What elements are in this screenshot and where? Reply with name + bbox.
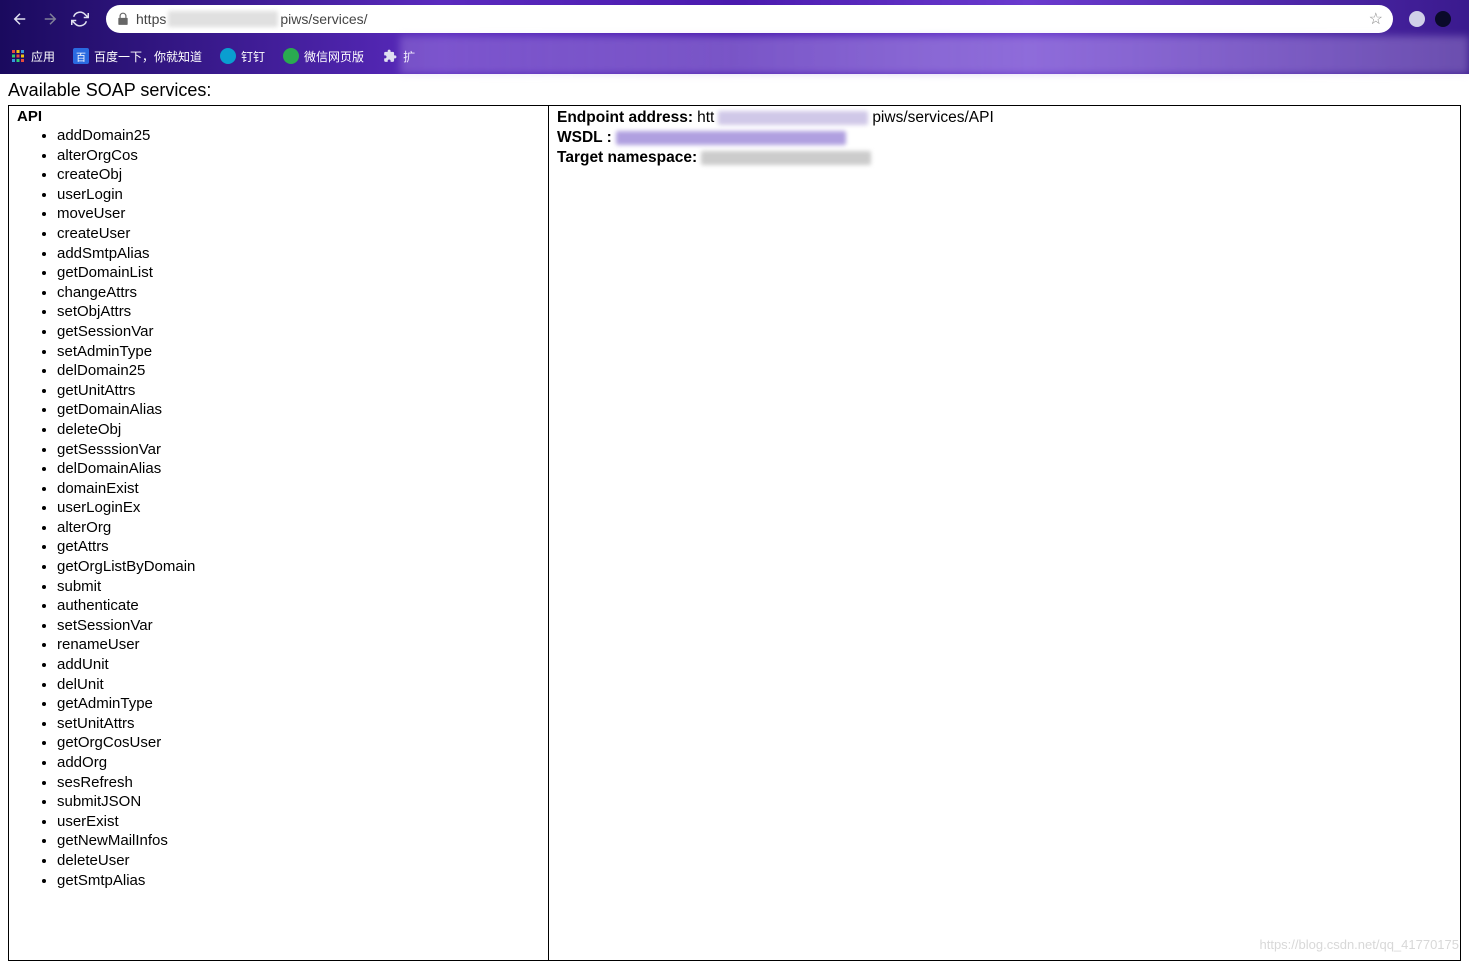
- api-method-item: setSessionVar: [57, 616, 540, 636]
- reload-button[interactable]: [68, 7, 92, 31]
- api-method-item: submitJSON: [57, 792, 540, 812]
- target-ns-label: Target namespace:: [557, 148, 697, 168]
- apps-grid-icon: [10, 48, 26, 64]
- arrow-left-icon: [11, 10, 29, 28]
- api-method-item: setObjAttrs: [57, 302, 540, 322]
- url-prefix: https: [136, 11, 166, 27]
- page-title: Available SOAP services:: [8, 80, 1461, 105]
- api-method-item: delDomain25: [57, 361, 540, 381]
- extension-icon-1[interactable]: [1409, 11, 1425, 27]
- endpoint-address-line: Endpoint address: htt piws/services/API: [557, 108, 1452, 128]
- api-method-item: submit: [57, 577, 540, 597]
- api-method-item: getSessionVar: [57, 322, 540, 342]
- browser-chrome: https piws/services/ ☆ 应用 百 百度一下，你就知道 钉钉: [0, 0, 1469, 74]
- soap-services-table: API addDomain25alterOrgCoscreateObjuserL…: [8, 105, 1461, 961]
- api-method-item: moveUser: [57, 204, 540, 224]
- lock-icon: [116, 12, 130, 26]
- puzzle-icon: [382, 48, 398, 64]
- bookmark-label: 应用: [31, 48, 55, 65]
- api-method-item: sesRefresh: [57, 773, 540, 793]
- api-method-item: deleteUser: [57, 851, 540, 871]
- wsdl-redacted: [616, 131, 846, 145]
- bookmark-wechat[interactable]: 微信网页版: [283, 48, 364, 65]
- url-suffix: piws/services/: [280, 11, 367, 27]
- api-method-item: delDomainAlias: [57, 459, 540, 479]
- endpoint-label: Endpoint address:: [557, 108, 693, 128]
- api-method-item: addOrg: [57, 753, 540, 773]
- api-method-item: getUnitAttrs: [57, 381, 540, 401]
- api-method-item: getAdminType: [57, 694, 540, 714]
- wsdl-label: WSDL :: [557, 128, 612, 148]
- info-column: Endpoint address: htt piws/services/API …: [549, 106, 1460, 960]
- api-method-list: addDomain25alterOrgCoscreateObjuserLogin…: [17, 126, 540, 890]
- api-method-item: getDomainAlias: [57, 400, 540, 420]
- url-text: https piws/services/: [136, 11, 1383, 27]
- back-button[interactable]: [8, 7, 32, 31]
- api-method-item: addSmtpAlias: [57, 244, 540, 264]
- api-method-item: delUnit: [57, 675, 540, 695]
- api-method-item: userLoginEx: [57, 498, 540, 518]
- dingtalk-icon: [220, 48, 236, 64]
- api-column: API addDomain25alterOrgCoscreateObjuserL…: [9, 106, 549, 960]
- api-method-item: addDomain25: [57, 126, 540, 146]
- api-method-item: addUnit: [57, 655, 540, 675]
- wechat-icon: [283, 48, 299, 64]
- api-method-item: getOrgCosUser: [57, 733, 540, 753]
- api-method-item: domainExist: [57, 479, 540, 499]
- api-method-item: deleteObj: [57, 420, 540, 440]
- api-method-item: renameUser: [57, 635, 540, 655]
- endpoint-redacted: [718, 111, 868, 125]
- api-method-item: changeAttrs: [57, 283, 540, 303]
- watermark: https://blog.csdn.net/qq_41770175: [1260, 937, 1460, 952]
- endpoint-suffix: piws/services/API: [872, 108, 993, 128]
- bookmark-star-icon[interactable]: ☆: [1369, 9, 1383, 29]
- bookmark-label: 百度一下，你就知道: [94, 48, 202, 65]
- address-bar[interactable]: https piws/services/ ☆: [106, 5, 1393, 33]
- reload-icon: [71, 10, 89, 28]
- target-ns-redacted: [701, 151, 871, 165]
- bookmark-label: 钉钉: [241, 48, 265, 65]
- api-method-item: getSmtpAlias: [57, 871, 540, 891]
- nav-bar: https piws/services/ ☆: [0, 0, 1469, 38]
- api-method-item: userLogin: [57, 185, 540, 205]
- api-method-item: getOrgListByDomain: [57, 557, 540, 577]
- bookmark-baidu[interactable]: 百 百度一下，你就知道: [73, 48, 202, 65]
- api-method-item: getDomainList: [57, 263, 540, 283]
- api-method-item: userExist: [57, 812, 540, 832]
- bookmark-dingtalk[interactable]: 钉钉: [220, 48, 265, 65]
- apps-button[interactable]: 应用: [10, 48, 55, 65]
- target-namespace-line: Target namespace:: [557, 148, 1452, 168]
- api-method-item: alterOrgCos: [57, 146, 540, 166]
- api-method-item: setAdminType: [57, 342, 540, 362]
- theme-overlay: [400, 36, 1469, 74]
- api-method-item: createObj: [57, 165, 540, 185]
- endpoint-prefix: htt: [697, 108, 714, 128]
- forward-button[interactable]: [38, 7, 62, 31]
- baidu-icon: 百: [73, 48, 89, 64]
- api-method-item: createUser: [57, 224, 540, 244]
- url-redacted: [168, 11, 278, 27]
- api-method-item: getAttrs: [57, 537, 540, 557]
- page-content: Available SOAP services: API addDomain25…: [0, 74, 1469, 967]
- api-method-item: setUnitAttrs: [57, 714, 540, 734]
- api-heading: API: [17, 108, 540, 126]
- api-method-item: alterOrg: [57, 518, 540, 538]
- api-method-item: getNewMailInfos: [57, 831, 540, 851]
- bookmark-label: 微信网页版: [304, 48, 364, 65]
- arrow-right-icon: [41, 10, 59, 28]
- extension-icon-2[interactable]: [1435, 11, 1451, 27]
- wsdl-line: WSDL :: [557, 128, 1452, 148]
- api-method-item: getSesssionVar: [57, 440, 540, 460]
- api-method-item: authenticate: [57, 596, 540, 616]
- browser-action-icons: [1399, 11, 1461, 27]
